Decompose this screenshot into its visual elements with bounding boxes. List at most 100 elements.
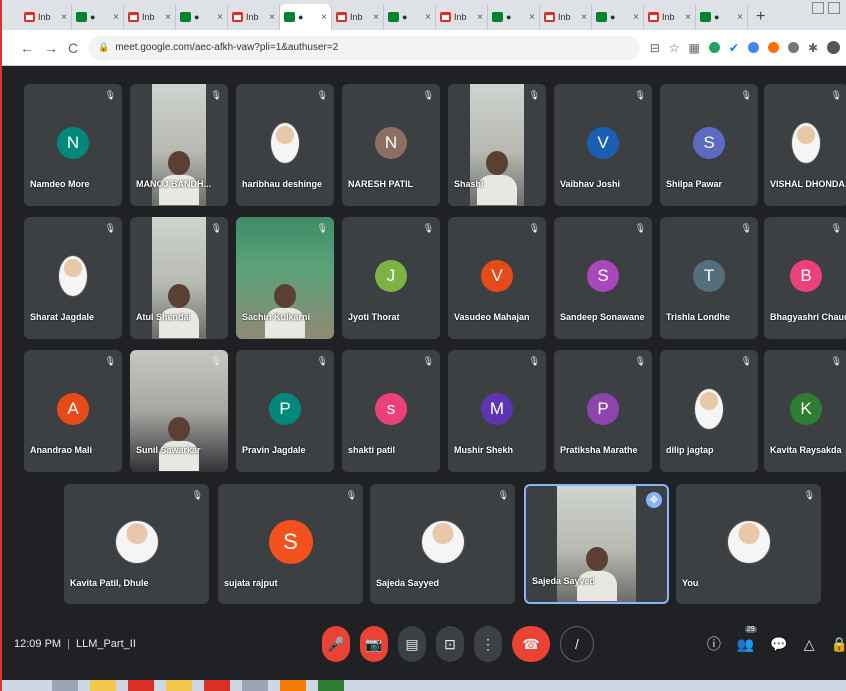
browser-tab[interactable]: Inb × (20, 4, 72, 30)
extension-icon[interactable]: ▦ (689, 41, 700, 55)
star-icon[interactable]: ☆ (669, 41, 680, 55)
maximize-icon[interactable] (828, 2, 840, 14)
participant-tile[interactable]: s shakti patil 🎙 (342, 350, 440, 472)
participant-tile[interactable]: N Namdeo More 🎙 (24, 84, 122, 206)
back-button[interactable]: ← (20, 40, 34, 56)
participant-tile[interactable]: dilip jagtap 🎙 (660, 350, 758, 472)
tab-close-icon[interactable]: × (529, 12, 535, 23)
participant-tile[interactable]: Sharat Jagdale 🎙 (24, 217, 122, 339)
participant-tile[interactable]: T Trishla Londhe 🎙 (660, 217, 758, 339)
browser-tab[interactable]: Inb × (540, 4, 592, 30)
browser-tab[interactable]: ● × (72, 4, 124, 30)
participant-tile[interactable]: Atul Shendal 🎙 (130, 217, 228, 339)
participant-tile[interactable]: S Sandeep Sonawane 🎙 (554, 217, 652, 339)
stylus-button[interactable]: / (560, 626, 594, 662)
participant-tile[interactable]: P Pravin Jagdale 🎙 (236, 350, 334, 472)
participant-tile[interactable]: You 🎙 (676, 484, 821, 604)
taskbar-app-icon[interactable] (318, 680, 344, 691)
taskbar-app-icon[interactable] (166, 680, 192, 691)
forward-button[interactable]: → (44, 40, 58, 56)
taskbar-app-icon[interactable] (204, 680, 230, 691)
tab-close-icon[interactable]: × (165, 12, 171, 23)
participant-tile[interactable]: B Bhagyashri Chaud... 🎙 (764, 217, 846, 339)
tab-close-icon[interactable]: × (61, 12, 67, 23)
meeting-name: LLM_Part_II (75, 638, 136, 650)
participant-tile[interactable]: VISHAL DHONDA... 🎙 (764, 84, 846, 206)
browser-tab[interactable]: ● × (176, 4, 228, 30)
camera-off-button[interactable]: 📷 (360, 626, 388, 662)
participant-tile[interactable]: S Shilpa Pawar 🎙 (660, 84, 758, 206)
participant-tile[interactable]: haribhau deshinge 🎙 (236, 84, 334, 206)
reload-button[interactable]: C (68, 40, 78, 56)
participant-tile[interactable]: Kavita Patil, Dhule 🎙 (64, 484, 209, 604)
tab-close-icon[interactable]: × (633, 12, 639, 23)
participant-tile[interactable]: J Jyoti Thorat 🎙 (342, 217, 440, 339)
tab-close-icon[interactable]: × (113, 12, 119, 23)
tab-close-icon[interactable]: × (737, 12, 743, 23)
taskbar-app-icon[interactable] (52, 680, 78, 691)
browser-tab[interactable]: ● × (592, 4, 644, 30)
participant-tile[interactable]: Sajeda Sayyed ✥ (524, 484, 669, 604)
extension-orange-icon[interactable] (767, 42, 779, 53)
mic-muted-icon: 🎙 (528, 90, 540, 100)
participant-tile[interactable]: V Vasudeo Mahajan 🎙 (448, 217, 546, 339)
mic-off-button[interactable]: 🎤 (322, 626, 350, 662)
puzzle-icon[interactable]: ✱ (808, 41, 818, 55)
people-icon: 👥 (736, 635, 755, 652)
browser-tab[interactable]: Inb × (644, 4, 696, 30)
browser-tab[interactable]: Inb × (436, 4, 488, 30)
browser-tab[interactable]: ● × (280, 4, 332, 30)
taskbar-app-icon[interactable] (280, 680, 306, 691)
participant-tile[interactable]: Sajeda Sayyed 🎙 (370, 484, 515, 604)
participant-tile[interactable]: Sachin Kulkarni 🎙 (236, 217, 334, 339)
participant-tile[interactable]: Shashi 🎙 (448, 84, 546, 206)
active-speaker-icon[interactable]: ✥ (646, 492, 662, 508)
taskbar-app-icon[interactable] (242, 680, 268, 691)
new-tab-button[interactable]: + (748, 8, 773, 30)
minimize-icon[interactable] (812, 2, 824, 14)
meeting-details-button[interactable]: ⓘ (707, 634, 721, 654)
profile-avatar[interactable] (827, 41, 840, 54)
participant-tile[interactable]: K Kavita Raysakda 🎙 (764, 350, 846, 472)
chat-button[interactable]: 💬 (770, 636, 787, 653)
tab-close-icon[interactable]: × (373, 12, 379, 23)
extension-green-icon[interactable] (708, 42, 720, 53)
cast-icon[interactable]: ⊟ (650, 41, 660, 55)
taskbar-app-icon[interactable] (90, 680, 116, 691)
extension-grey-icon[interactable] (787, 42, 799, 53)
browser-tab[interactable]: ● × (696, 4, 748, 30)
end-call-button[interactable]: ☎ (512, 626, 550, 662)
tab-close-icon[interactable]: × (477, 12, 483, 23)
participant-tile[interactable]: MANOJ BANDH... 🎙 (130, 84, 228, 206)
participant-tile[interactable]: Sunil Sawarkar 🎙 (130, 350, 228, 472)
tab-close-icon[interactable]: × (269, 12, 275, 23)
tab-close-icon[interactable]: × (217, 12, 223, 23)
more-options-button[interactable]: ⋮ (474, 626, 502, 662)
participant-tile[interactable]: V Vaibhav Joshi 🎙 (554, 84, 652, 206)
extension-blue-icon[interactable] (747, 42, 759, 53)
browser-tab[interactable]: Inb × (332, 4, 384, 30)
browser-tab[interactable]: Inb × (124, 4, 176, 30)
checkmark-icon[interactable]: ✔ (729, 41, 739, 55)
participant-tile[interactable]: N NARESH PATIL 🎙 (342, 84, 440, 206)
tab-close-icon[interactable]: × (581, 12, 587, 23)
tab-close-icon[interactable]: × (685, 12, 691, 23)
activities-button[interactable]: △ (804, 636, 815, 653)
host-controls-button[interactable]: 🔒 (831, 636, 846, 653)
browser-tab[interactable]: Inb × (228, 4, 280, 30)
url-field[interactable]: 🔒 meet.google.com/aec-afkh-vaw?pli=1&aut… (88, 35, 640, 60)
browser-tab[interactable]: ● × (384, 4, 436, 30)
participant-tile[interactable]: P Pratiksha Marathe 🎙 (554, 350, 652, 472)
participant-tile[interactable]: M Mushir Shekh 🎙 (448, 350, 546, 472)
participant-tile[interactable]: A Anandrao Mali 🎙 (24, 350, 122, 472)
participant-tile[interactable]: Ssujata rajput 🎙 (218, 484, 363, 604)
people-button[interactable]: 👥 29 (736, 625, 757, 653)
tab-close-icon[interactable]: × (425, 12, 431, 23)
tab-close-icon[interactable]: × (321, 12, 327, 23)
taskbar-app-icon[interactable] (128, 680, 154, 691)
os-taskbar (2, 680, 846, 691)
captions-button[interactable]: ▤ (398, 626, 426, 662)
browser-tab[interactable]: ● × (488, 4, 540, 30)
present-button[interactable]: ⊡ (436, 626, 464, 662)
lock-icon[interactable]: 🔒 (98, 42, 109, 53)
